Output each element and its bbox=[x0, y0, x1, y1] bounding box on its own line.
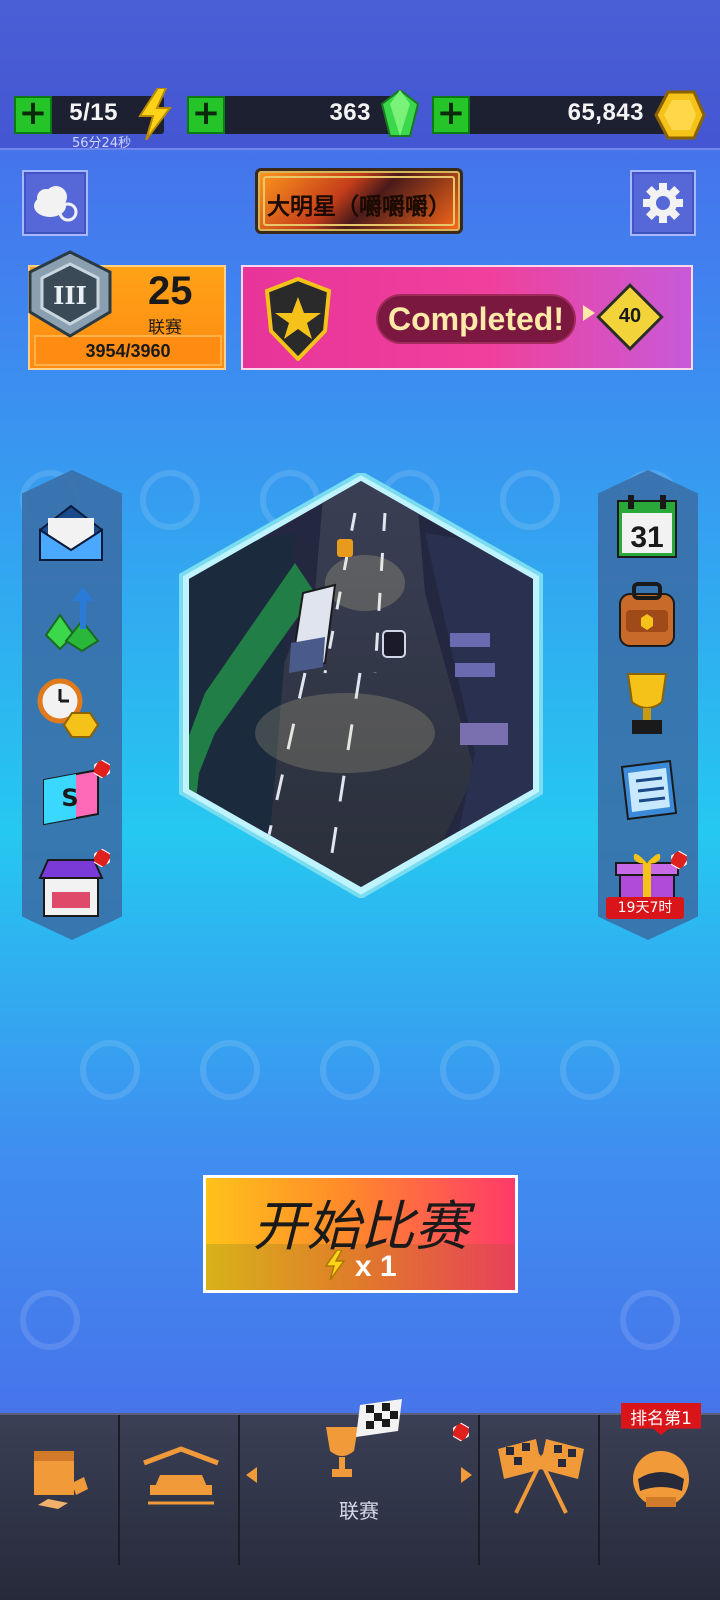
energy-timer: 56分24秒 bbox=[72, 136, 132, 151]
completed-pill: Completed! bbox=[376, 294, 576, 344]
tasks-clipboard-icon[interactable] bbox=[612, 755, 682, 825]
checkered-flags-icon bbox=[498, 1439, 584, 1514]
nav-league[interactable]: 联赛 bbox=[240, 1399, 480, 1565]
race-scene-image bbox=[189, 481, 533, 887]
league-level: 25 bbox=[148, 269, 193, 313]
driver-helmet-icon bbox=[633, 1451, 689, 1507]
nav-garage-storage[interactable] bbox=[0, 1415, 120, 1565]
chevron-left-icon bbox=[246, 1467, 257, 1483]
trophy-icon[interactable] bbox=[612, 668, 682, 738]
settings-button[interactable] bbox=[630, 170, 696, 236]
time-coins-icon[interactable] bbox=[36, 673, 106, 743]
nav-cars[interactable] bbox=[120, 1415, 240, 1565]
coins-value: 65,843 bbox=[567, 99, 644, 126]
gems-value: 363 bbox=[329, 99, 371, 126]
gem-upgrade-icon[interactable] bbox=[36, 585, 106, 655]
star-shield-icon bbox=[264, 277, 332, 361]
chevron-right-icon bbox=[461, 1467, 472, 1483]
cloud-sync-button[interactable] bbox=[22, 170, 88, 236]
nav-race-events[interactable] bbox=[480, 1415, 600, 1565]
league-tier-text: III bbox=[53, 281, 87, 310]
start-race-button[interactable]: 开始比赛 x 1 bbox=[203, 1175, 518, 1293]
gem-icon bbox=[380, 90, 420, 137]
add-energy-button[interactable]: + bbox=[14, 96, 52, 134]
objective-banner[interactable]: Completed! 40 bbox=[241, 265, 693, 370]
completed-text: Completed! bbox=[388, 301, 564, 337]
resource-bar: + 5/15 56分24秒 + 363 + 65,843 bbox=[0, 0, 720, 151]
arrow-right-icon bbox=[583, 305, 595, 321]
bottom-nav: 联赛 bbox=[0, 1399, 720, 1600]
start-race-cost-text: x 1 bbox=[354, 1250, 397, 1283]
calendar-icon[interactable]: 31 bbox=[612, 493, 682, 563]
league-progress-text: 3954/3960 bbox=[85, 341, 171, 361]
cloud-sync-icon bbox=[34, 186, 78, 222]
lightning-icon bbox=[325, 1249, 346, 1281]
mail-icon[interactable] bbox=[36, 500, 106, 570]
start-race-cost: x 1 bbox=[206, 1249, 515, 1284]
gear-icon bbox=[643, 183, 683, 223]
add-gems-button[interactable]: + bbox=[187, 96, 225, 134]
storage-box-icon bbox=[34, 1451, 88, 1509]
league-tier-badge-icon: III bbox=[28, 250, 112, 338]
energy-value: 5/15 bbox=[69, 99, 118, 126]
calendar-day: 31 bbox=[630, 521, 663, 554]
notification-dot bbox=[449, 1420, 474, 1445]
lightning-icon bbox=[138, 88, 172, 140]
svg-text:S: S bbox=[61, 784, 78, 812]
reward-value: 40 bbox=[618, 305, 642, 327]
backpack-icon[interactable] bbox=[612, 580, 682, 650]
player-title: 大明星（嚼嚼嚼） bbox=[267, 194, 451, 220]
gift-timer: 19天7时 bbox=[606, 897, 684, 919]
player-title-plate[interactable]: 大明星（嚼嚼嚼） bbox=[255, 168, 463, 234]
track-preview[interactable] bbox=[175, 473, 547, 898]
coin-icon bbox=[654, 90, 706, 140]
gems-counter: + 363 bbox=[187, 96, 407, 134]
league-trophy-flags-icon bbox=[326, 1399, 402, 1477]
add-coins-button[interactable]: + bbox=[432, 96, 470, 134]
car-garage-icon bbox=[143, 1446, 219, 1505]
nav-league-label: 联赛 bbox=[339, 1499, 379, 1523]
nav-profile[interactable] bbox=[600, 1415, 720, 1565]
